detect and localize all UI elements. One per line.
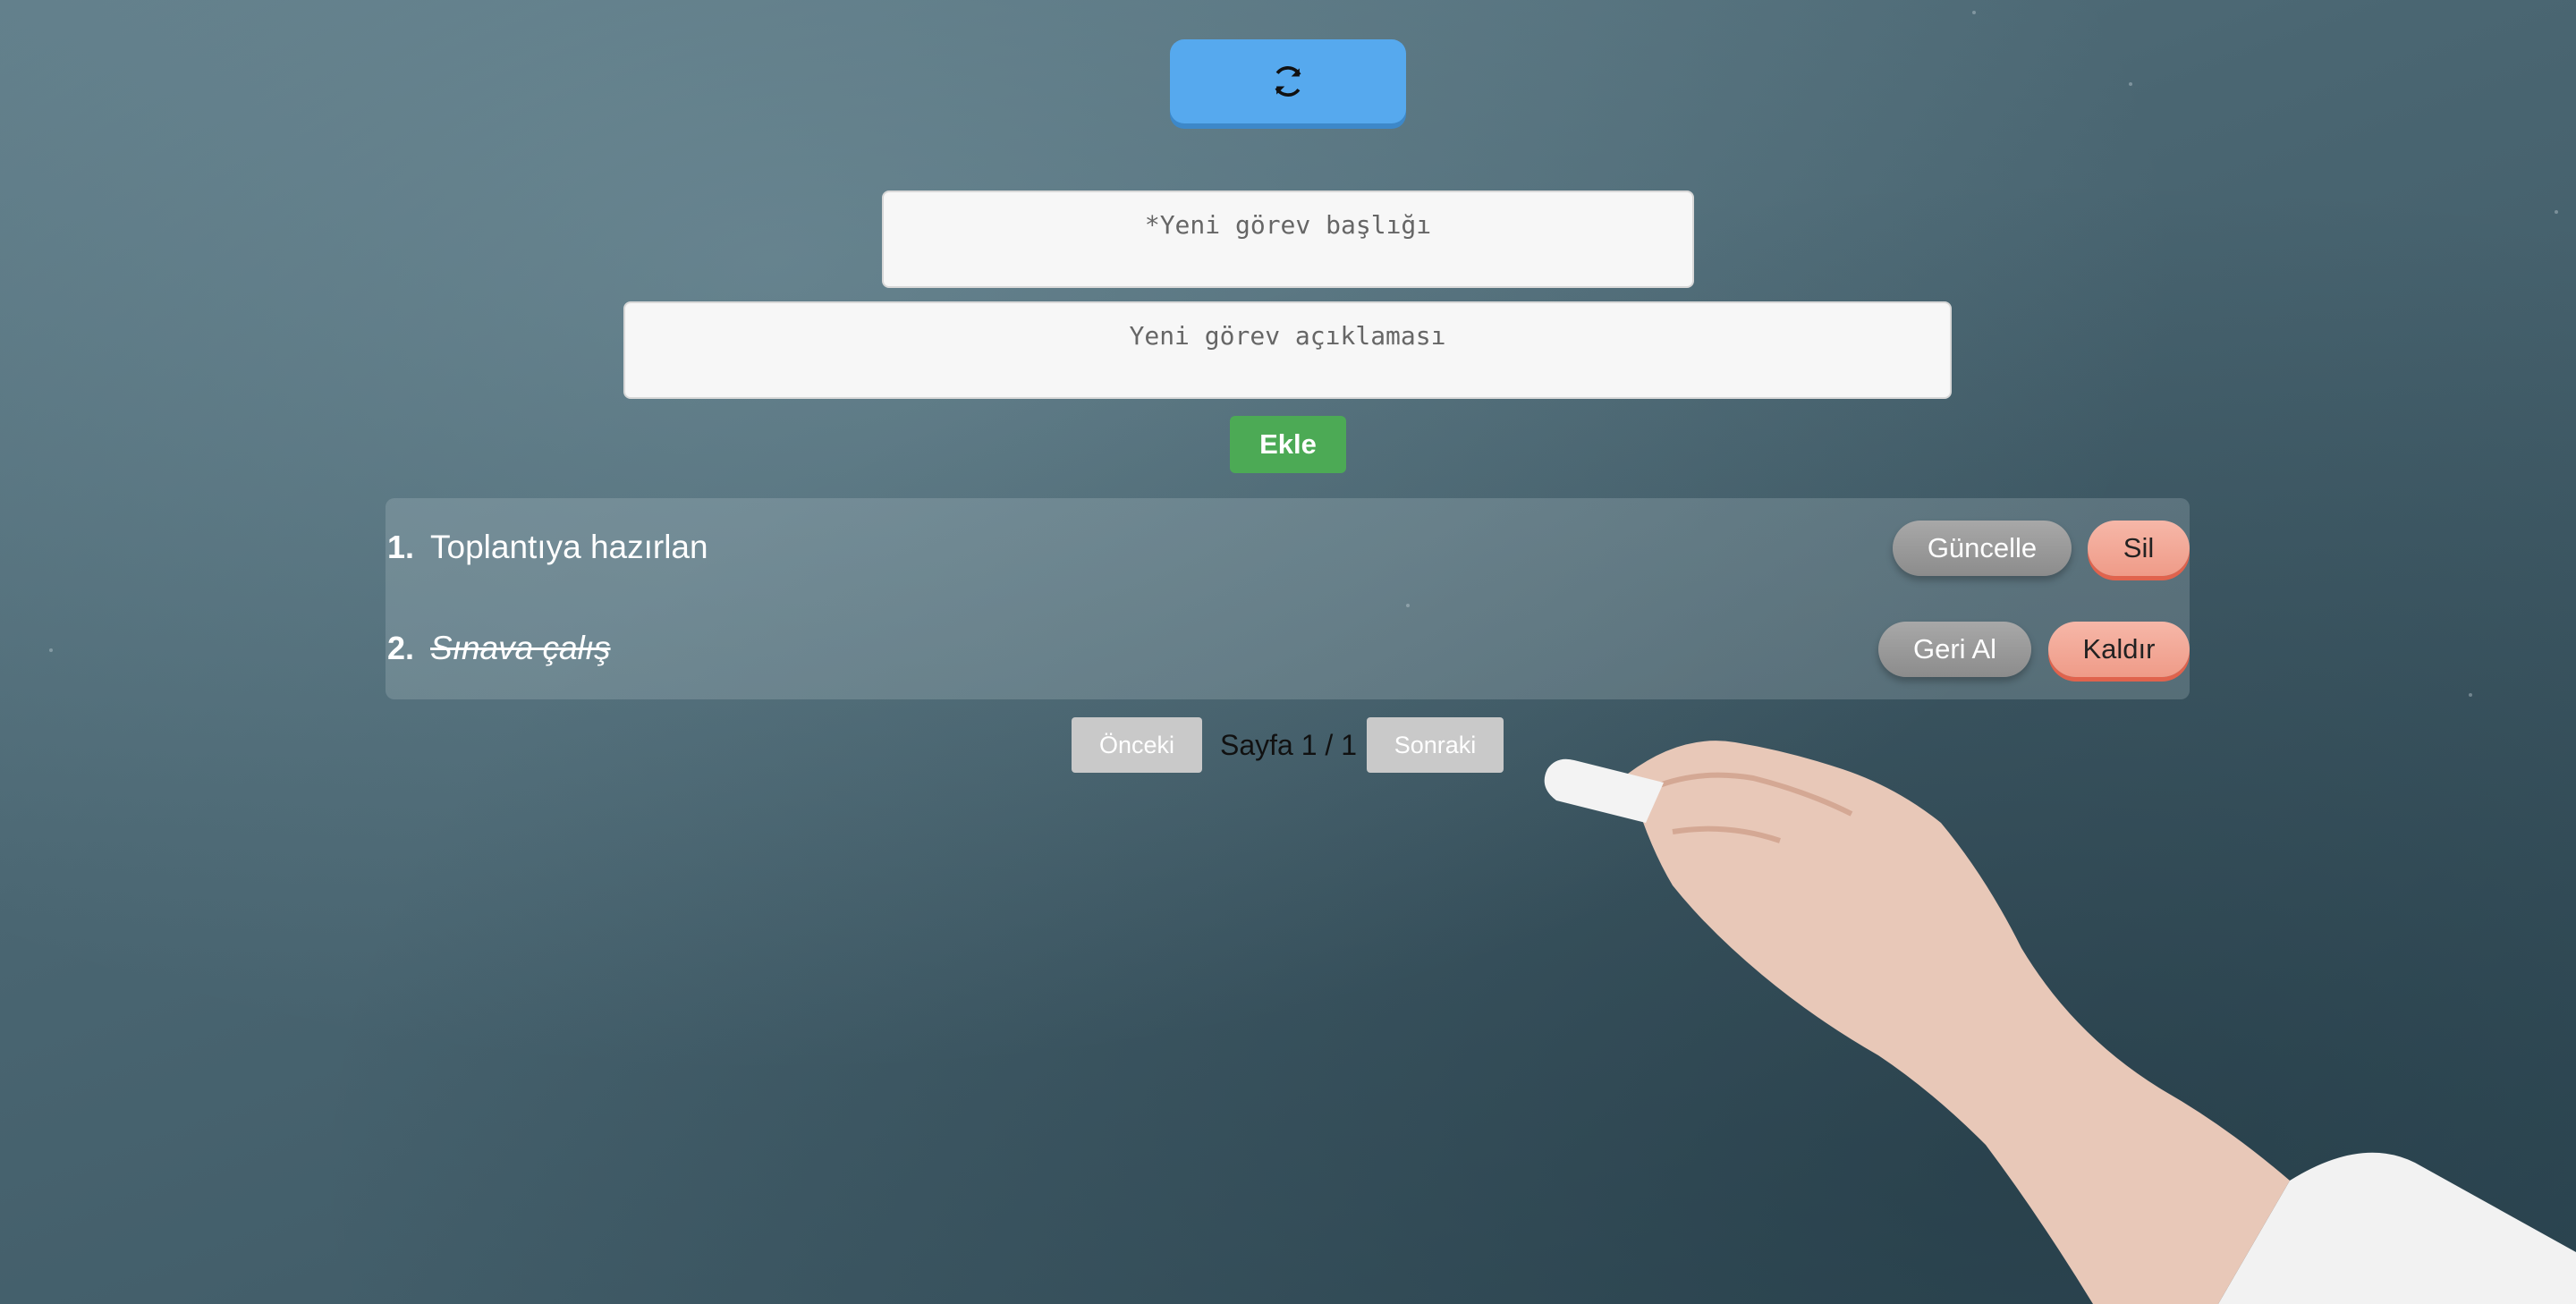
hand-with-chalk-image xyxy=(1544,741,2576,1304)
previous-page-button[interactable]: Önceki xyxy=(1072,717,1202,773)
task-title: Toplantıya hazırlan xyxy=(430,529,708,565)
chalk-speck xyxy=(2555,210,2558,214)
task-list: 1. Toplantıya hazırlan Güncelle Sil 2. S… xyxy=(386,498,2190,699)
refresh-icon xyxy=(1275,66,1301,97)
task-title: Sınava çalış xyxy=(430,630,611,666)
task-title-placeholder: *Yeni görev başlığı xyxy=(1144,210,1432,240)
page-indicator: Sayfa 1 / 1 xyxy=(1220,729,1357,761)
next-page-button[interactable]: Sonraki xyxy=(1367,717,1504,773)
task-description-placeholder: Yeni görev açıklaması xyxy=(1129,321,1446,351)
remove-button[interactable]: Kaldır xyxy=(2048,622,2190,677)
refresh-button[interactable] xyxy=(1170,39,1406,123)
chalk-speck xyxy=(49,648,53,652)
chalk-speck xyxy=(1972,11,1976,14)
task-title-input[interactable]: *Yeni görev başlığı xyxy=(882,191,1694,288)
chalk-speck xyxy=(2469,693,2472,697)
chalk-speck xyxy=(2129,82,2132,86)
delete-button[interactable]: Sil xyxy=(2088,521,2190,576)
add-button[interactable]: Ekle xyxy=(1230,416,1346,473)
task-item: 2. Sınava çalış Geri Al Kaldır xyxy=(386,599,2190,699)
update-button[interactable]: Güncelle xyxy=(1893,521,2072,576)
task-item: 1. Toplantıya hazırlan Güncelle Sil xyxy=(386,498,2190,598)
task-number: 1. xyxy=(387,529,415,565)
undo-button[interactable]: Geri Al xyxy=(1878,622,2031,677)
task-description-input[interactable]: Yeni görev açıklaması xyxy=(623,301,1952,399)
task-number: 2. xyxy=(387,630,415,666)
